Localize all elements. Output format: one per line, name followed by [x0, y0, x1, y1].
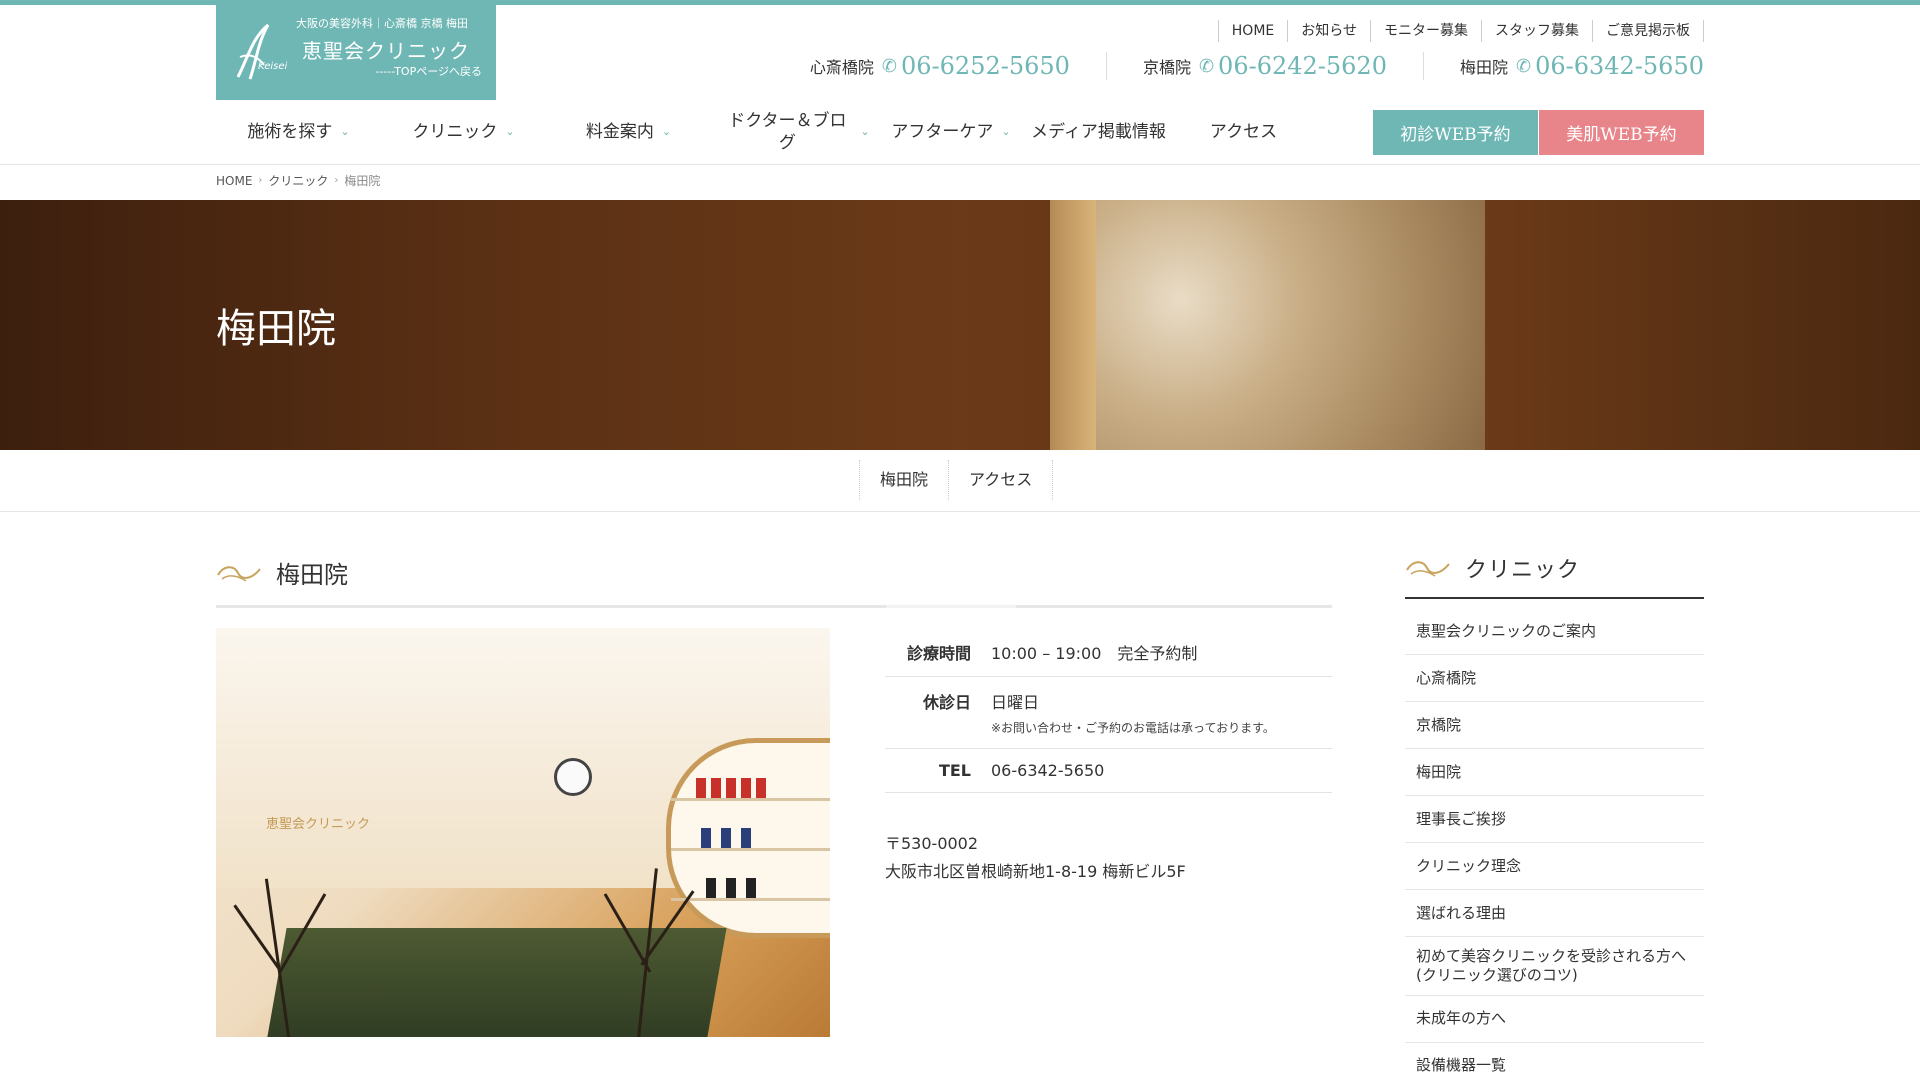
nav-access[interactable]: アクセス: [1176, 108, 1311, 156]
nav-search-treatments[interactable]: 施術を探す ⌄: [216, 108, 381, 156]
clinic-address: 〒530-0002 大阪市北区曽根崎新地1-8-19 梅新ビル5F: [885, 830, 1186, 886]
nav-label: アクセス: [1209, 121, 1278, 142]
info-label: 診療時間: [906, 644, 971, 663]
phone-icon: ✆: [881, 55, 898, 77]
logo-mark-text: Keisei: [258, 61, 287, 72]
subtab-umeda[interactable]: 梅田院: [859, 460, 948, 500]
phone-umeda[interactable]: 梅田院 ✆ 06-6342-5650: [1422, 52, 1704, 80]
subtab-access[interactable]: アクセス: [948, 460, 1054, 500]
phone-number: 06-6242-5620: [1218, 52, 1387, 80]
back-to-top-link[interactable]: -----TOPページへ戻る: [375, 63, 482, 79]
flourish-icon: [1406, 561, 1450, 577]
nav-label: メディア掲載情報: [1031, 121, 1166, 142]
chevron-down-icon: ⌄: [340, 124, 350, 138]
utility-nav: HOME お知らせ モニター募集 スタッフ募集 ご意見掲示板: [1217, 20, 1704, 42]
info-row-hours: 診療時間 10:00 – 19:00 完全予約制: [885, 628, 1332, 677]
info-value: 10:00 – 19:00 完全予約制: [991, 644, 1198, 663]
photo-logo-text: 恵聖会クリニック: [266, 817, 371, 832]
top-link-monitor[interactable]: モニター募集: [1370, 20, 1481, 42]
hero-decor-edge: [1050, 200, 1096, 450]
phone-icon: ✆: [1198, 55, 1215, 77]
closed-note: ※お問い合わせ・ご予約のお電話は承っております。: [991, 721, 1275, 735]
sidebar-underline: [1405, 597, 1704, 599]
site-logo[interactable]: Keisei 大阪の美容外科｜心斎橋 京橋 梅田 恵聖会クリニック -----T…: [216, 5, 496, 100]
phone-icon: ✆: [1515, 55, 1532, 77]
clinic-info-table: 診療時間 10:00 – 19:00 完全予約制 休診日 日曜日 ※お問い合わせ…: [885, 628, 1332, 793]
phone-shinsaibashi[interactable]: 心斎橋院 ✆ 06-6252-5650: [810, 52, 1106, 80]
top-link-news[interactable]: お知らせ: [1287, 20, 1370, 42]
section-title: 梅田院: [276, 561, 348, 589]
phone-kyobashi[interactable]: 京橋院 ✆ 06-6242-5620: [1105, 52, 1423, 80]
chevron-down-icon: ⌄: [1001, 124, 1011, 138]
address-zip: 〒530-0002: [885, 834, 979, 853]
sidebar-item-equipment[interactable]: 設備機器一覧: [1405, 1043, 1704, 1080]
info-row-tel: TEL 06-6342-5650: [885, 749, 1332, 793]
section-heading: 梅田院: [216, 555, 348, 590]
chevron-down-icon: ⌄: [661, 124, 672, 138]
nav-doctor-blog[interactable]: ドクター＆ブログ ⌄: [711, 108, 881, 156]
header-divider: [0, 164, 1920, 165]
nav-label: 料金案内: [585, 121, 654, 142]
breadcrumb: HOME › クリニック › 梅田院: [216, 172, 380, 189]
clinic-reception-photo: 恵聖会クリニック: [216, 628, 830, 1037]
nav-label: ドクター＆ブログ: [728, 110, 847, 153]
nav-aftercare[interactable]: アフターケア ⌄: [881, 108, 1021, 156]
breadcrumb-current: 梅田院: [344, 174, 381, 188]
phone-branch-label: 梅田院: [1459, 58, 1508, 77]
logo-subtitle: 大阪の美容外科｜心斎橋 京橋 梅田: [296, 17, 468, 30]
nav-label: アフターケア: [891, 121, 994, 142]
info-row-closed: 休診日 日曜日 ※お問い合わせ・ご予約のお電話は承っております。: [885, 677, 1332, 749]
sidebar-item-shinsaibashi[interactable]: 心斎橋院: [1405, 655, 1704, 702]
top-link-staff[interactable]: スタッフ募集: [1481, 20, 1592, 42]
section-underline: [216, 605, 1332, 608]
first-visit-web-reservation-button[interactable]: 初診WEB予約: [1373, 110, 1538, 155]
info-tel-value[interactable]: 06-6342-5650: [991, 761, 1104, 780]
chevron-right-icon: ›: [334, 175, 339, 186]
address-line: 大阪市北区曽根崎新地1-8-19 梅新ビル5F: [885, 862, 1186, 881]
chevron-down-icon: ⌄: [505, 124, 515, 138]
hero-decor-panel: [1050, 200, 1485, 450]
chevron-down-icon: ⌄: [860, 124, 870, 138]
sidebar-menu: 恵聖会クリニックのご案内 心斎橋院 京橋院 梅田院 理事長ご挨拶 クリニック理念…: [1405, 608, 1704, 1080]
skin-web-reservation-button[interactable]: 美肌WEB予約: [1539, 110, 1704, 155]
sidebar-item-umeda[interactable]: 梅田院: [1405, 749, 1704, 796]
hero-banner: 梅田院: [0, 200, 1920, 450]
breadcrumb-clinic[interactable]: クリニック: [268, 172, 328, 189]
phone-branch-label: 心斎橋院: [809, 58, 874, 77]
top-link-board[interactable]: ご意見掲示板: [1592, 20, 1704, 42]
sidebar-heading: クリニック: [1405, 552, 1580, 584]
sidebar-item-minors[interactable]: 未成年の方へ: [1405, 996, 1704, 1043]
sidebar-item-philosophy[interactable]: クリニック理念: [1405, 843, 1704, 890]
nav-media[interactable]: メディア掲載情報: [1021, 108, 1176, 156]
flourish-icon: [217, 565, 261, 582]
sidebar-item-reasons[interactable]: 選ばれる理由: [1405, 890, 1704, 937]
logo-name: 恵聖会クリニック: [302, 39, 470, 63]
sidebar-item-greeting[interactable]: 理事長ご挨拶: [1405, 796, 1704, 843]
info-value: 日曜日 ※お問い合わせ・ご予約のお電話は承っております。: [991, 689, 1275, 736]
info-label: TEL: [938, 761, 971, 780]
info-label: 休診日: [922, 693, 971, 712]
sidebar-item-clinic-guide[interactable]: 恵聖会クリニックのご案内: [1405, 608, 1704, 655]
sidebar-item-kyobashi[interactable]: 京橋院: [1405, 702, 1704, 749]
phone-numbers: 心斎橋院 ✆ 06-6252-5650 京橋院 ✆ 06-6242-5620 梅…: [810, 52, 1704, 80]
nav-label: 施術を探す: [247, 121, 333, 142]
clock-graphic: [554, 758, 592, 796]
chevron-right-icon: ›: [258, 175, 263, 186]
nav-pricing[interactable]: 料金案内 ⌄: [546, 108, 711, 156]
nav-label: クリニック: [412, 121, 498, 142]
nav-clinic[interactable]: クリニック ⌄: [381, 108, 546, 156]
closed-day: 日曜日: [991, 693, 1040, 712]
sub-navigation: 梅田院 アクセス: [0, 450, 1920, 512]
hero-decor-right: [1485, 200, 1920, 450]
sidebar-title: クリニック: [1465, 558, 1581, 583]
top-link-home[interactable]: HOME: [1217, 20, 1287, 42]
breadcrumb-home[interactable]: HOME: [216, 174, 252, 188]
phone-number: 06-6252-5650: [901, 52, 1070, 80]
logo-mark-icon: Keisei: [236, 23, 287, 80]
phone-number: 06-6342-5650: [1535, 52, 1704, 80]
phone-branch-label: 京橋院: [1142, 58, 1191, 77]
sidebar-item-first-time[interactable]: 初めて美容クリニックを受診される方へ(クリニック選びのコツ): [1405, 937, 1704, 996]
hero-title: 梅田院: [216, 306, 336, 352]
